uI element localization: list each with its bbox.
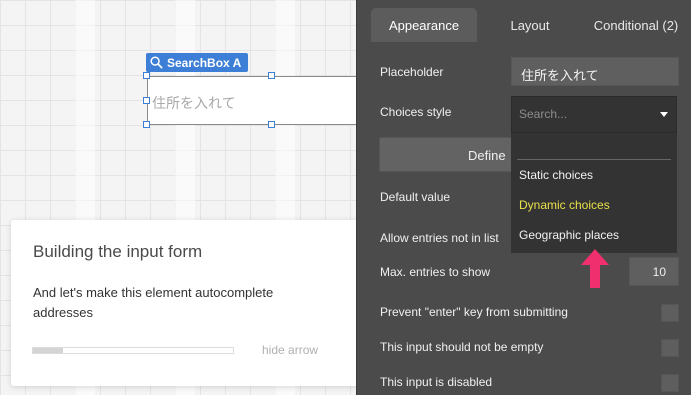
option-static-choices[interactable]: Static choices bbox=[519, 168, 593, 182]
choices-style-label: Choices style bbox=[380, 105, 452, 119]
searchbox-element[interactable]: 住所を入れて bbox=[147, 76, 356, 125]
chevron-down-icon bbox=[660, 112, 668, 117]
placeholder-value: 住所を入れて bbox=[521, 69, 599, 84]
dropdown-menu: Static choices Dynamic choices Geographi… bbox=[511, 133, 677, 253]
max-entries-label: Max. entries to show bbox=[380, 265, 491, 279]
searchbox-placeholder: 住所を入れて bbox=[152, 96, 236, 112]
define-button-label: Define bbox=[468, 148, 506, 163]
tutorial-card: Building the input form And let's make t… bbox=[11, 220, 362, 386]
default-value-label: Default value bbox=[380, 190, 451, 204]
allow-entries-label: Allow entries not in list bbox=[380, 231, 499, 245]
prevent-enter-label: Prevent "enter" key from submitting bbox=[380, 305, 568, 319]
option-geographic-places[interactable]: Geographic places bbox=[519, 228, 619, 242]
element-name-tag[interactable]: SearchBox A bbox=[146, 53, 249, 72]
disabled-checkbox[interactable] bbox=[661, 374, 679, 392]
tab-conditional[interactable]: Conditional (2) bbox=[581, 8, 691, 42]
tab-layout[interactable]: Layout bbox=[487, 8, 573, 42]
dropdown-divider bbox=[517, 159, 671, 160]
resize-handle[interactable] bbox=[268, 121, 275, 128]
panel-tabs: Appearance Layout Conditional (2) bbox=[357, 0, 691, 42]
max-entries-value: 10 bbox=[652, 265, 666, 279]
resize-handle[interactable] bbox=[143, 121, 150, 128]
prevent-enter-checkbox[interactable] bbox=[661, 304, 679, 322]
placeholder-input[interactable]: 住所を入れて bbox=[511, 57, 679, 86]
placeholder-label: Placeholder bbox=[380, 65, 444, 79]
not-empty-label: This input should not be empty bbox=[380, 340, 544, 354]
dropdown-search-placeholder: Search... bbox=[519, 107, 568, 121]
tab-appearance[interactable]: Appearance bbox=[371, 8, 477, 42]
search-icon bbox=[150, 56, 163, 69]
pointer-arrow-icon bbox=[581, 249, 609, 288]
disabled-label: This input is disabled bbox=[380, 375, 493, 389]
tutorial-body: And let's make this element autocomplete… bbox=[33, 285, 274, 320]
resize-handle[interactable] bbox=[143, 72, 150, 79]
tutorial-progress-bar bbox=[32, 347, 234, 354]
property-editor-panel: Appearance Layout Conditional (2) Placeh… bbox=[356, 0, 691, 395]
tutorial-progress-fill bbox=[33, 348, 63, 353]
not-empty-checkbox[interactable] bbox=[661, 339, 679, 357]
resize-handle[interactable] bbox=[143, 97, 150, 104]
resize-handle[interactable] bbox=[268, 72, 275, 79]
tutorial-title: Building the input form bbox=[33, 242, 203, 261]
element-name-label: SearchBox A bbox=[167, 55, 242, 70]
hide-arrow-link[interactable]: hide arrow bbox=[262, 343, 318, 357]
max-entries-input[interactable]: 10 bbox=[629, 257, 679, 286]
choices-style-dropdown[interactable]: Search... bbox=[511, 96, 677, 133]
option-dynamic-choices[interactable]: Dynamic choices bbox=[519, 198, 610, 212]
